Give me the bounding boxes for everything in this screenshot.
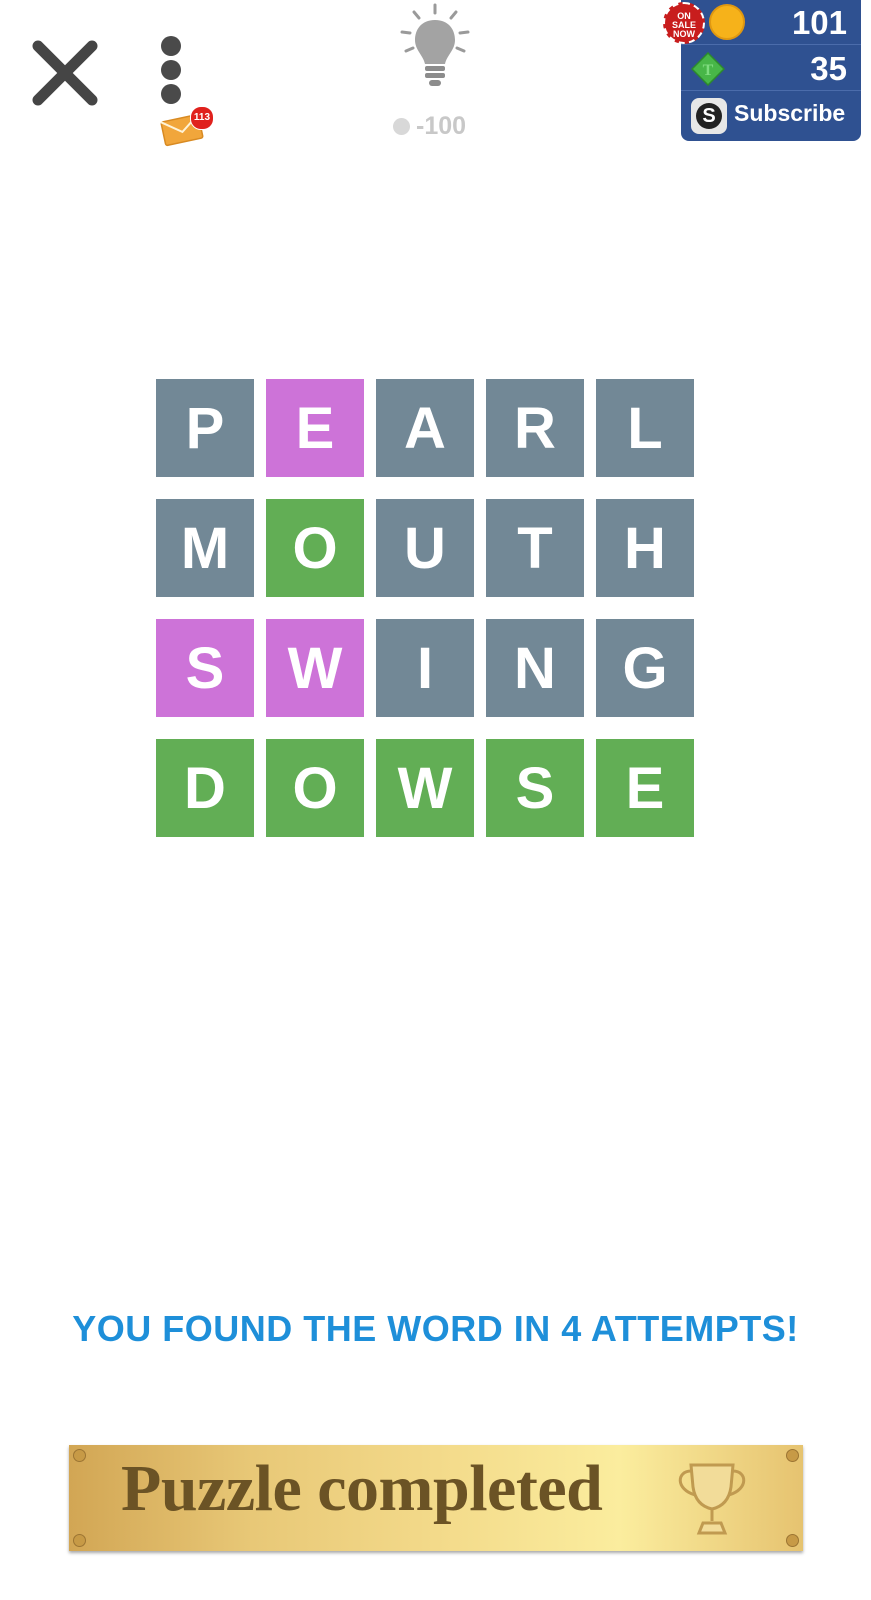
letter-tile: E: [596, 739, 694, 837]
coin-dot-icon: [393, 118, 410, 135]
letter-tile: L: [596, 379, 694, 477]
hint-button[interactable]: [396, 2, 474, 96]
letter-tile: N: [486, 619, 584, 717]
coin-icon: [709, 4, 745, 40]
puzzle-completed-banner[interactable]: Puzzle completed: [69, 1445, 803, 1551]
letter-tile: P: [156, 379, 254, 477]
word-grid: PEARLMOUTHSWINGDOWSE: [156, 379, 696, 837]
letter-tile: S: [156, 619, 254, 717]
letter-tile: G: [596, 619, 694, 717]
letter-tile: R: [486, 379, 584, 477]
screw-icon: [786, 1449, 799, 1462]
guess-row: SWING: [156, 619, 696, 717]
subscribe-row[interactable]: S Subscribe: [681, 92, 861, 136]
subscribe-button[interactable]: Subscribe: [734, 100, 845, 127]
letter-tile: M: [156, 499, 254, 597]
letter-tile: D: [156, 739, 254, 837]
more-menu-button[interactable]: [155, 34, 187, 106]
on-sale-badge[interactable]: ON SALE NOW: [663, 2, 705, 44]
menu-dot-icon: [161, 36, 181, 56]
tokens-value: 35: [810, 50, 847, 87]
token-icon: T: [691, 52, 725, 86]
screw-icon: [73, 1449, 86, 1462]
trophy-icon: [678, 1463, 746, 1535]
mail-button[interactable]: 113: [160, 106, 214, 147]
menu-dot-icon: [161, 84, 181, 104]
menu-dot-icon: [161, 60, 181, 80]
letter-tile: S: [486, 739, 584, 837]
screw-icon: [73, 1534, 86, 1547]
mail-count-badge: 113: [190, 106, 214, 130]
close-button[interactable]: [30, 38, 100, 108]
guess-row: DOWSE: [156, 739, 696, 837]
letter-tile: E: [266, 379, 364, 477]
screw-icon: [786, 1534, 799, 1547]
letter-tile: W: [266, 619, 364, 717]
subscribe-icon: S: [691, 98, 727, 134]
guess-row: MOUTH: [156, 499, 696, 597]
letter-tile: W: [376, 739, 474, 837]
hint-cost-value: -100: [416, 112, 467, 140]
tokens-row[interactable]: T 35: [681, 46, 861, 91]
coins-row[interactable]: ON SALE NOW 101: [663, 0, 861, 45]
letter-tile: I: [376, 619, 474, 717]
letter-tile: A: [376, 379, 474, 477]
hint-cost: -100: [393, 112, 493, 142]
currency-panel: ON SALE NOW 101 T 35 S Subscribe: [663, 0, 861, 141]
puzzle-completed-label: Puzzle completed: [121, 1452, 603, 1525]
result-message: YOU FOUND THE WORD IN 4 ATTEMPTS!: [72, 1308, 799, 1349]
guess-row: PEARL: [156, 379, 696, 477]
close-icon: [32, 40, 98, 106]
letter-tile: O: [266, 499, 364, 597]
coins-value: 101: [791, 4, 847, 41]
letter-tile: T: [486, 499, 584, 597]
svg-text:T: T: [703, 62, 714, 79]
letter-tile: H: [596, 499, 694, 597]
letter-tile: O: [266, 739, 364, 837]
lightbulb-icon: [400, 3, 470, 86]
letter-tile: U: [376, 499, 474, 597]
